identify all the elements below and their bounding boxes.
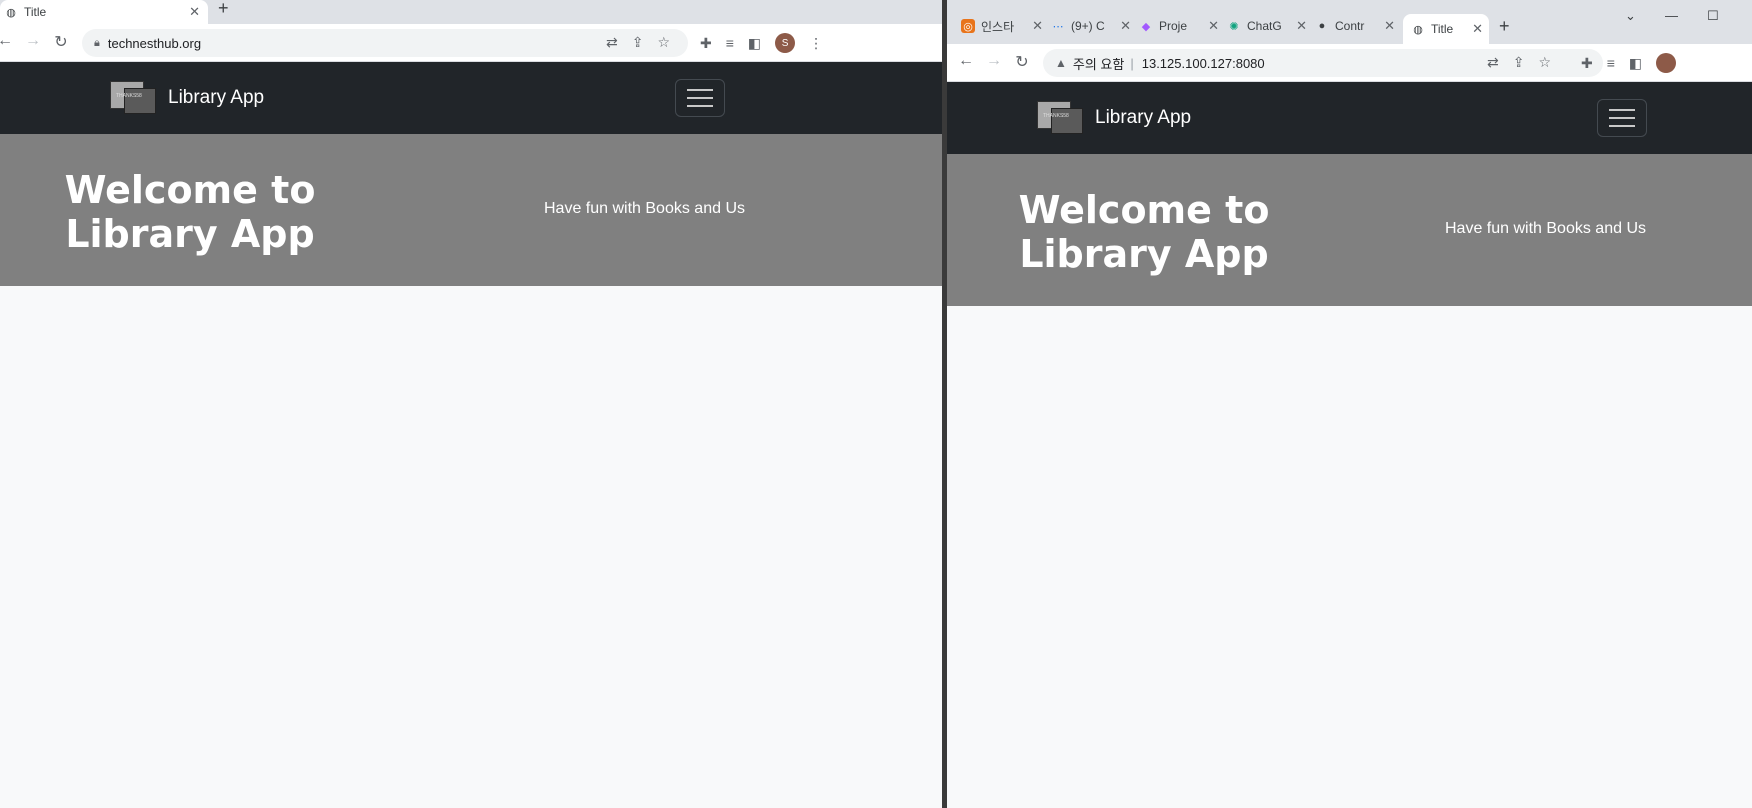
- page-body: [947, 306, 1752, 808]
- tab-chat[interactable]: ⋯ (9+) C ✕: [1051, 14, 1135, 38]
- left-browser-window: ◍ Title ✕ + ← → ↻ 🔒︎ technesthub.org ⇄ ⇪…: [0, 0, 942, 808]
- translate-icon[interactable]: ⇄: [1487, 54, 1499, 71]
- close-tab-icon[interactable]: ✕: [1032, 18, 1043, 34]
- tab-label: 인스타: [981, 19, 1015, 34]
- chat-dots-icon: ⋯: [1052, 20, 1064, 33]
- extension-area: ✚ ≡ ◧: [1581, 53, 1677, 73]
- omnibox-actions: ⇄ ⇪ ☆: [606, 34, 670, 51]
- figma-icon: ◆: [1141, 20, 1151, 33]
- hero-title: Welcome to Library App: [1018, 188, 1270, 276]
- reload-icon[interactable]: ↻: [1011, 52, 1033, 72]
- tab-title[interactable]: ◍ Title ✕: [0, 0, 208, 24]
- brand-name: Library App: [168, 87, 265, 108]
- browser-toolbar: ← → ↻ ▲ 주의 요함 | 13.125.100.127:8080 ⇄ ⇪ …: [947, 44, 1752, 82]
- tab-title-active[interactable]: ◍ Title ✕: [1403, 14, 1489, 44]
- close-tab-icon[interactable]: ✕: [1384, 18, 1395, 34]
- navbar-brand[interactable]: THANKS58 Library App: [1037, 101, 1191, 135]
- side-panel-icon[interactable]: ◧: [748, 35, 761, 52]
- media-queue-icon[interactable]: ≡: [726, 35, 734, 51]
- lock-icon: 🔒︎: [94, 36, 100, 49]
- tab-strip: ◍ Title ✕ +: [0, 0, 942, 24]
- globe-icon: ◍: [6, 6, 16, 19]
- forward-icon[interactable]: →: [983, 52, 1005, 70]
- extensions-puzzle-icon[interactable]: ✚: [1581, 55, 1593, 72]
- site-navbar: THANKS58 Library App: [947, 82, 1752, 154]
- hero-banner: Welcome to Library App Have fun with Boo…: [0, 134, 942, 286]
- share-icon[interactable]: ⇪: [1513, 54, 1525, 71]
- tab-label: Title: [1431, 22, 1454, 36]
- bookmark-star-icon[interactable]: ☆: [1538, 54, 1551, 71]
- orange-app-icon: ◎: [961, 19, 975, 33]
- extension-area: ✚ ≡ ◧ S ⋮: [700, 33, 823, 53]
- profile-avatar[interactable]: [1656, 53, 1677, 73]
- profile-avatar[interactable]: S: [775, 33, 796, 53]
- tab-label: (9+) C: [1071, 19, 1105, 33]
- address-bar[interactable]: 🔒︎ technesthub.org: [82, 29, 688, 57]
- brand-name: Library App: [1095, 107, 1192, 128]
- share-icon[interactable]: ⇪: [632, 34, 644, 51]
- site-navbar: THANKS58 Library App: [0, 62, 942, 134]
- side-panel-icon[interactable]: ◧: [1629, 55, 1642, 72]
- close-tab-icon[interactable]: ✕: [189, 4, 200, 20]
- page-body: [0, 286, 942, 808]
- brand-logo: THANKS58: [110, 81, 156, 115]
- hero-subtitle: Have fun with Books and Us: [1445, 220, 1646, 237]
- omnibox-actions: ⇄ ⇪ ☆: [1487, 54, 1551, 71]
- brand-logo: THANKS58: [1037, 101, 1083, 135]
- close-tab-icon[interactable]: ✕: [1120, 18, 1131, 34]
- new-tab-button[interactable]: +: [1499, 16, 1510, 37]
- github-icon: ●: [1318, 20, 1326, 32]
- url-text: technesthub.org: [107, 35, 202, 51]
- close-tab-icon[interactable]: ✕: [1472, 21, 1483, 37]
- new-tab-button[interactable]: +: [218, 0, 229, 19]
- warning-triangle-icon: ▲: [1055, 56, 1067, 70]
- navbar-toggler-button[interactable]: [1597, 99, 1647, 137]
- tab-search-dropdown-icon[interactable]: ⌄: [1625, 8, 1636, 24]
- navbar-brand[interactable]: THANKS58 Library App: [110, 81, 264, 115]
- tab-label: Title: [24, 5, 47, 19]
- close-tab-icon[interactable]: ✕: [1208, 18, 1219, 34]
- hero-title: Welcome to Library App: [64, 168, 316, 256]
- extensions-puzzle-icon[interactable]: ✚: [700, 35, 712, 52]
- forward-icon[interactable]: →: [22, 32, 44, 50]
- tab-label: ChatG: [1247, 19, 1282, 33]
- translate-icon[interactable]: ⇄: [606, 34, 618, 51]
- maximize-button[interactable]: ☐: [1707, 8, 1719, 24]
- back-icon[interactable]: ←: [955, 52, 977, 70]
- tab-figma[interactable]: ◆ Proje ✕: [1139, 14, 1223, 38]
- right-browser-window: ◎ 인스타 ✕ ⋯ (9+) C ✕ ◆ Proje ✕ ✺ ChatG ✕ ●…: [942, 0, 1752, 808]
- back-icon[interactable]: ←: [0, 32, 16, 50]
- hero-subtitle: Have fun with Books and Us: [544, 200, 745, 217]
- globe-icon: ◍: [1413, 23, 1423, 36]
- tab-label: Contr: [1335, 19, 1365, 33]
- hero-banner: Welcome to Library App Have fun with Boo…: [947, 154, 1752, 306]
- reload-icon[interactable]: ↻: [50, 32, 72, 52]
- tab-github[interactable]: ● Contr ✕: [1315, 14, 1399, 38]
- navbar-toggler-button[interactable]: [675, 79, 725, 117]
- tab-instagram[interactable]: ◎ 인스타 ✕: [961, 14, 1047, 38]
- url-text: 13.125.100.127:8080: [1141, 55, 1265, 71]
- tab-chatgpt[interactable]: ✺ ChatG ✕: [1227, 14, 1311, 38]
- bookmark-star-icon[interactable]: ☆: [657, 34, 670, 51]
- minimize-button[interactable]: —: [1665, 8, 1678, 23]
- tab-label: Proje: [1159, 19, 1188, 33]
- browser-toolbar: ← → ↻ 🔒︎ technesthub.org ⇄ ⇪ ☆ ✚ ≡ ◧ S ⋮: [0, 24, 942, 62]
- security-warning-text: 주의 요함: [1072, 56, 1125, 72]
- tab-strip: ◎ 인스타 ✕ ⋯ (9+) C ✕ ◆ Proje ✕ ✺ ChatG ✕ ●…: [947, 0, 1752, 44]
- openai-icon: ✺: [1229, 20, 1239, 33]
- menu-kebab-icon[interactable]: ⋮: [809, 35, 823, 52]
- media-queue-icon[interactable]: ≡: [1607, 55, 1615, 71]
- close-tab-icon[interactable]: ✕: [1296, 18, 1307, 34]
